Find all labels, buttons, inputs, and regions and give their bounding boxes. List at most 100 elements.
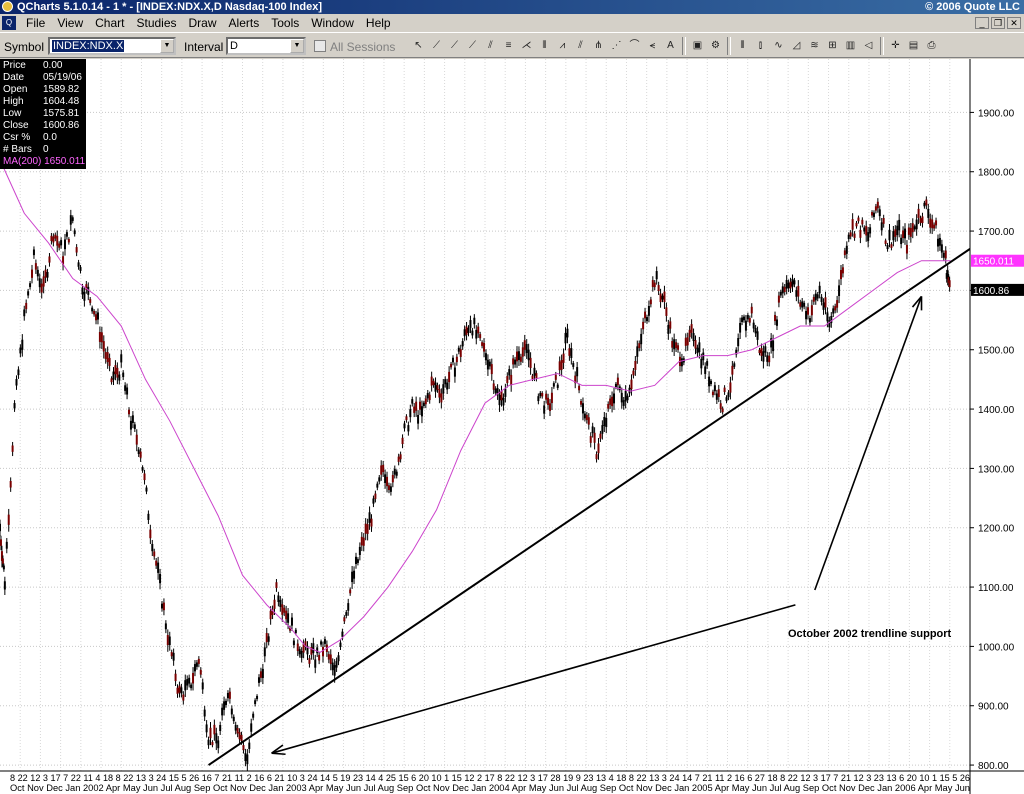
gann-tool-icon[interactable]: ⋌ [518,37,535,55]
price-candle [935,220,938,226]
price-candle [444,379,447,385]
info-row-date: Date 05/19/06 [3,72,83,84]
candle-chart-icon[interactable]: ⫾ [752,37,769,55]
crosshair-icon[interactable]: ✛ [887,37,904,55]
menu-window[interactable]: Window [305,16,360,31]
price-candle [190,684,193,689]
channel-tool-icon[interactable]: ⫽ [572,37,589,55]
speed-line-icon[interactable]: ⋰ [608,37,625,55]
y-tick-label: 900.00 [978,702,1009,713]
price-candle [100,332,103,343]
price-candle [360,536,363,546]
cycle-tool-icon[interactable]: ⦀ [536,37,553,55]
close-icon[interactable]: ✕ [1007,17,1021,29]
chevron-down-icon[interactable]: ▼ [290,39,304,53]
info-value: 1589.82 [43,84,80,95]
price-candle [622,400,625,406]
price-candle [609,398,612,405]
price-candle [300,651,303,658]
minimize-icon[interactable]: _ [975,17,989,29]
price-candle [865,225,868,236]
price-candle [242,745,245,751]
menu-file[interactable]: File [20,16,51,31]
price-candle [838,285,841,297]
menu-bar: Q File View Chart Studies Draw Alerts To… [0,14,1024,33]
restore-icon[interactable]: ❐ [991,17,1005,29]
price-candle [174,673,177,682]
document-icon[interactable]: Q [2,16,16,30]
price-candle [878,209,881,217]
price-candle [238,732,241,740]
price-candle [638,343,641,349]
zoom-icon[interactable]: ⊞ [824,37,841,55]
y-axis: 800.00 900.00 1000.00 1100.00 1200.00 1300.00… [969,59,1024,794]
menu-draw[interactable]: Draw [183,16,223,31]
andrews-tool-icon[interactable]: ⪪ [644,37,661,55]
price-candle [892,231,895,241]
price-candle [812,296,815,302]
menu-view[interactable]: View [51,16,89,31]
line-chart-icon[interactable]: ∿ [770,37,787,55]
price-candle [599,433,602,439]
scroll-left-icon[interactable]: ◁ [860,37,877,55]
price-candle [236,727,239,734]
ray-tool-icon[interactable]: ⟋ [446,37,463,55]
price-candle [774,314,777,322]
price-candle [23,309,26,317]
price-candle [180,687,183,694]
price-candle [940,244,943,253]
price-chart[interactable]: 800.00 900.00 1000.00 1100.00 1200.00 1300.00… [0,59,1024,794]
y-tick-label: 1400.00 [978,405,1015,416]
chart-style-icon[interactable]: ▣ [689,37,706,55]
price-candle [741,317,744,323]
price-candle [863,227,866,232]
price-candle [888,229,891,241]
line-tool-icon[interactable]: ⟋ [428,37,445,55]
settings-icon[interactable]: ⚙ [707,37,724,55]
price-candle [318,654,321,661]
log-scale-icon[interactable]: ≋ [806,37,823,55]
price-candle [376,483,379,488]
menu-alerts[interactable]: Alerts [223,16,266,31]
info-key: Low [3,108,22,119]
menu-chart[interactable]: Chart [89,16,130,31]
price-candle [902,230,905,238]
y-tick-label: 1100.00 [978,583,1014,594]
price-candle [93,310,96,315]
extended-line-icon[interactable]: ⟋ [464,37,481,55]
symbol-value: INDEX:NDX.X [52,40,125,52]
interval-combo[interactable]: D ▼ [226,37,306,55]
menu-studies[interactable]: Studies [130,16,182,31]
fib-tool-icon[interactable]: ≡ [500,37,517,55]
bar-chart-icon[interactable]: ⫴ [734,37,751,55]
chevron-down-icon[interactable]: ▼ [160,39,174,53]
price-candle [42,276,45,287]
menu-tools[interactable]: Tools [265,16,305,31]
price-candle [671,341,674,348]
layout-icon[interactable]: ▥ [842,37,859,55]
menu-help[interactable]: Help [360,16,397,31]
price-candle [739,322,742,333]
arc-tool-icon[interactable]: ⌒ [626,37,643,55]
area-chart-icon[interactable]: ◿ [788,37,805,55]
price-candle [547,397,550,406]
pointer-icon[interactable]: ↖ [410,37,427,55]
price-candle [40,283,43,293]
symbol-combo[interactable]: INDEX:NDX.X ▼ [48,37,176,55]
fan-tool-icon[interactable]: ⋔ [590,37,607,55]
price-candle [139,451,142,458]
price-candle [387,485,390,491]
price-candle [473,317,476,325]
text-tool-icon[interactable]: A [662,37,679,55]
price-candle [98,331,101,342]
regression-tool-icon[interactable]: ⩘ [554,37,571,55]
parallel-line-icon[interactable]: ⫽ [482,37,499,55]
price-candle [188,677,191,684]
price-candle [259,671,262,678]
all-sessions-checkbox[interactable] [314,40,326,52]
chart-area[interactable]: 800.00 900.00 1000.00 1100.00 1200.00 1300.00… [0,59,1024,794]
price-candle [560,360,563,370]
snapshot-icon[interactable]: ▤ [905,37,922,55]
print-icon[interactable]: ⎙ [923,37,940,55]
price-candle [240,735,243,741]
